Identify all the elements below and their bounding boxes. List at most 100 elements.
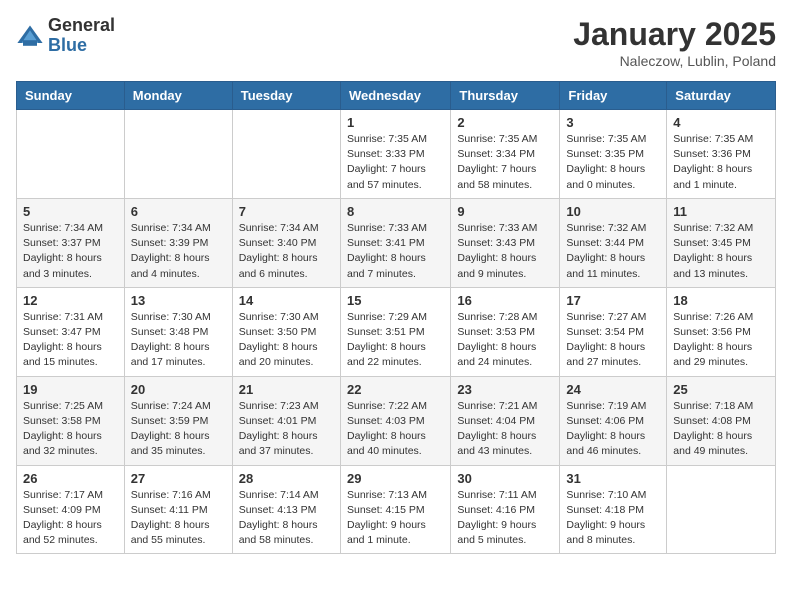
day-info: Sunrise: 7:30 AM Sunset: 3:50 PM Dayligh… xyxy=(239,310,334,371)
calendar-cell: 14 Sunrise: 7:30 AM Sunset: 3:50 PM Dayli… xyxy=(232,287,340,376)
day-number: 11 xyxy=(673,204,769,219)
calendar-cell: 20Sunrise: 7:24 AM Sunset: 3:59 PM Dayli… xyxy=(124,376,232,465)
day-info: Sunrise: 7:10 AM Sunset: 4:18 PM Dayligh… xyxy=(566,488,660,549)
calendar-cell: 31 Sunrise: 7:10 AM Sunset: 4:18 PM Dayli… xyxy=(560,465,667,554)
calendar-week-row: 1 Sunrise: 7:35 AM Sunset: 3:33 PM Daylig… xyxy=(17,110,776,199)
calendar-header-row: SundayMondayTuesdayWednesdayThursdayFrid… xyxy=(17,82,776,110)
calendar-cell xyxy=(124,110,232,199)
calendar-week-row: 26Sunrise: 7:17 AM Sunset: 4:09 PM Dayli… xyxy=(17,465,776,554)
day-number: 23 xyxy=(457,382,553,397)
day-number: 12 xyxy=(23,293,118,308)
calendar-cell: 19 Sunrise: 7:25 AM Sunset: 3:58 PM Dayli… xyxy=(17,376,125,465)
logo-blue-text: Blue xyxy=(48,36,115,56)
calendar-cell: 24 Sunrise: 7:19 AM Sunset: 4:06 PM Dayli… xyxy=(560,376,667,465)
day-info: Sunrise: 7:13 AM Sunset: 4:15 PM Dayligh… xyxy=(347,488,444,549)
day-number: 9 xyxy=(457,204,553,219)
calendar-table: SundayMondayTuesdayWednesdayThursdayFrid… xyxy=(16,81,776,554)
day-number: 29 xyxy=(347,471,444,486)
calendar-cell: 12Sunrise: 7:31 AM Sunset: 3:47 PM Dayli… xyxy=(17,287,125,376)
day-info: Sunrise: 7:19 AM Sunset: 4:06 PM Dayligh… xyxy=(566,399,660,460)
weekday-header: Thursday xyxy=(451,82,560,110)
day-info: Sunrise: 7:14 AM Sunset: 4:13 PM Dayligh… xyxy=(239,488,334,549)
calendar-cell: 6 Sunrise: 7:34 AM Sunset: 3:39 PM Daylig… xyxy=(124,198,232,287)
day-number: 19 xyxy=(23,382,118,397)
day-info: Sunrise: 7:25 AM Sunset: 3:58 PM Dayligh… xyxy=(23,399,118,460)
calendar-cell: 11 Sunrise: 7:32 AM Sunset: 3:45 PM Dayli… xyxy=(667,198,776,287)
calendar-cell: 2 Sunrise: 7:35 AM Sunset: 3:34 PM Daylig… xyxy=(451,110,560,199)
calendar-cell: 21 Sunrise: 7:23 AM Sunset: 4:01 PM Dayli… xyxy=(232,376,340,465)
calendar-cell: 15Sunrise: 7:29 AM Sunset: 3:51 PM Dayli… xyxy=(340,287,450,376)
day-number: 30 xyxy=(457,471,553,486)
day-number: 31 xyxy=(566,471,660,486)
day-number: 22 xyxy=(347,382,444,397)
calendar-cell: 3 Sunrise: 7:35 AM Sunset: 3:35 PM Daylig… xyxy=(560,110,667,199)
calendar-cell: 27 Sunrise: 7:16 AM Sunset: 4:11 PM Dayli… xyxy=(124,465,232,554)
day-number: 3 xyxy=(566,115,660,130)
calendar-cell: 22Sunrise: 7:22 AM Sunset: 4:03 PM Dayli… xyxy=(340,376,450,465)
day-info: Sunrise: 7:29 AM Sunset: 3:51 PM Dayligh… xyxy=(347,310,444,371)
day-info: Sunrise: 7:18 AM Sunset: 4:08 PM Dayligh… xyxy=(673,399,769,460)
calendar-cell: 26Sunrise: 7:17 AM Sunset: 4:09 PM Dayli… xyxy=(17,465,125,554)
day-info: Sunrise: 7:27 AM Sunset: 3:54 PM Dayligh… xyxy=(566,310,660,371)
day-number: 10 xyxy=(566,204,660,219)
calendar-cell xyxy=(17,110,125,199)
month-title: January 2025 xyxy=(573,16,776,53)
day-info: Sunrise: 7:34 AM Sunset: 3:39 PM Dayligh… xyxy=(131,221,226,282)
day-info: Sunrise: 7:24 AM Sunset: 3:59 PM Dayligh… xyxy=(131,399,226,460)
logo: General Blue xyxy=(16,16,115,56)
weekday-header: Wednesday xyxy=(340,82,450,110)
logo-icon xyxy=(16,22,44,50)
calendar-week-row: 19 Sunrise: 7:25 AM Sunset: 3:58 PM Dayli… xyxy=(17,376,776,465)
calendar-cell: 29 Sunrise: 7:13 AM Sunset: 4:15 PM Dayli… xyxy=(340,465,450,554)
day-number: 6 xyxy=(131,204,226,219)
calendar-cell: 9 Sunrise: 7:33 AM Sunset: 3:43 PM Daylig… xyxy=(451,198,560,287)
day-number: 28 xyxy=(239,471,334,486)
day-info: Sunrise: 7:35 AM Sunset: 3:34 PM Dayligh… xyxy=(457,132,553,193)
calendar-week-row: 12Sunrise: 7:31 AM Sunset: 3:47 PM Dayli… xyxy=(17,287,776,376)
day-info: Sunrise: 7:21 AM Sunset: 4:04 PM Dayligh… xyxy=(457,399,553,460)
calendar-cell: 28 Sunrise: 7:14 AM Sunset: 4:13 PM Dayli… xyxy=(232,465,340,554)
calendar-cell: 8Sunrise: 7:33 AM Sunset: 3:41 PM Daylig… xyxy=(340,198,450,287)
day-info: Sunrise: 7:33 AM Sunset: 3:41 PM Dayligh… xyxy=(347,221,444,282)
day-info: Sunrise: 7:33 AM Sunset: 3:43 PM Dayligh… xyxy=(457,221,553,282)
day-number: 27 xyxy=(131,471,226,486)
day-number: 24 xyxy=(566,382,660,397)
weekday-header: Sunday xyxy=(17,82,125,110)
day-info: Sunrise: 7:11 AM Sunset: 4:16 PM Dayligh… xyxy=(457,488,553,549)
calendar-cell xyxy=(232,110,340,199)
day-info: Sunrise: 7:32 AM Sunset: 3:45 PM Dayligh… xyxy=(673,221,769,282)
logo-general-text: General xyxy=(48,16,115,36)
calendar-cell: 25Sunrise: 7:18 AM Sunset: 4:08 PM Dayli… xyxy=(667,376,776,465)
calendar-cell: 17 Sunrise: 7:27 AM Sunset: 3:54 PM Dayli… xyxy=(560,287,667,376)
day-info: Sunrise: 7:35 AM Sunset: 3:35 PM Dayligh… xyxy=(566,132,660,193)
calendar-cell xyxy=(667,465,776,554)
day-info: Sunrise: 7:34 AM Sunset: 3:40 PM Dayligh… xyxy=(239,221,334,282)
day-number: 4 xyxy=(673,115,769,130)
day-info: Sunrise: 7:26 AM Sunset: 3:56 PM Dayligh… xyxy=(673,310,769,371)
calendar-cell: 4 Sunrise: 7:35 AM Sunset: 3:36 PM Daylig… xyxy=(667,110,776,199)
day-number: 7 xyxy=(239,204,334,219)
day-info: Sunrise: 7:23 AM Sunset: 4:01 PM Dayligh… xyxy=(239,399,334,460)
day-number: 1 xyxy=(347,115,444,130)
calendar-cell: 30 Sunrise: 7:11 AM Sunset: 4:16 PM Dayli… xyxy=(451,465,560,554)
day-number: 17 xyxy=(566,293,660,308)
weekday-header: Tuesday xyxy=(232,82,340,110)
day-number: 5 xyxy=(23,204,118,219)
day-number: 14 xyxy=(239,293,334,308)
day-info: Sunrise: 7:32 AM Sunset: 3:44 PM Dayligh… xyxy=(566,221,660,282)
calendar-cell: 23 Sunrise: 7:21 AM Sunset: 4:04 PM Dayli… xyxy=(451,376,560,465)
page-header: General Blue January 2025 Naleczow, Lubl… xyxy=(16,16,776,69)
day-number: 2 xyxy=(457,115,553,130)
day-info: Sunrise: 7:16 AM Sunset: 4:11 PM Dayligh… xyxy=(131,488,226,549)
weekday-header: Monday xyxy=(124,82,232,110)
day-info: Sunrise: 7:35 AM Sunset: 3:33 PM Dayligh… xyxy=(347,132,444,193)
day-number: 21 xyxy=(239,382,334,397)
weekday-header: Saturday xyxy=(667,82,776,110)
calendar-cell: 18Sunrise: 7:26 AM Sunset: 3:56 PM Dayli… xyxy=(667,287,776,376)
calendar-cell: 10 Sunrise: 7:32 AM Sunset: 3:44 PM Dayli… xyxy=(560,198,667,287)
calendar-cell: 1 Sunrise: 7:35 AM Sunset: 3:33 PM Daylig… xyxy=(340,110,450,199)
day-info: Sunrise: 7:35 AM Sunset: 3:36 PM Dayligh… xyxy=(673,132,769,193)
calendar-cell: 16Sunrise: 7:28 AM Sunset: 3:53 PM Dayli… xyxy=(451,287,560,376)
day-number: 16 xyxy=(457,293,553,308)
day-number: 26 xyxy=(23,471,118,486)
